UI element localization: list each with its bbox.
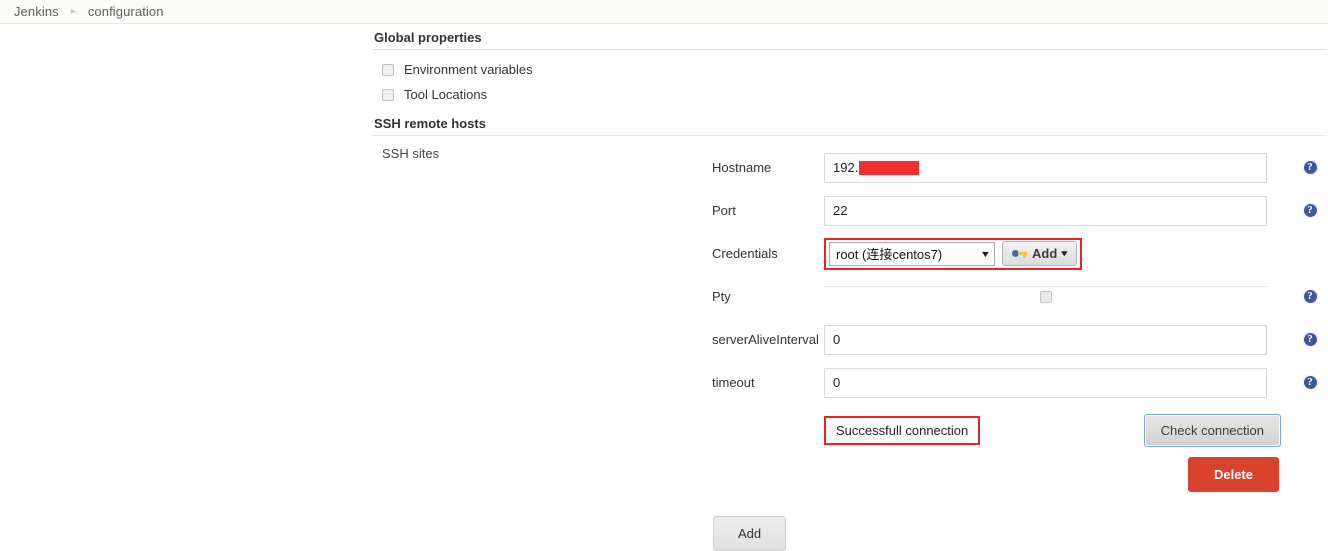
port-value: 22 <box>833 203 848 218</box>
check-connection-button[interactable]: Check connection <box>1143 413 1281 447</box>
breadcrumb-item-configuration[interactable]: configuration <box>88 4 164 19</box>
key-icon <box>1012 249 1027 258</box>
checkbox-environment-variables[interactable] <box>382 63 394 76</box>
field-row-server-alive-interval: serverAliveInterval 0 ? <box>712 318 1327 361</box>
label-credentials: Credentials <box>712 246 778 261</box>
label-timeout: timeout <box>712 375 755 390</box>
timeout-input[interactable]: 0 <box>824 367 1267 398</box>
server-alive-interval-input[interactable]: 0 <box>824 324 1267 355</box>
section-divider-global-properties <box>372 49 1327 50</box>
checkbox-label-tool-locations: Tool Locations <box>404 87 488 102</box>
field-row-port: Port 22 ? <box>712 189 1327 232</box>
help-icon-server-alive-interval[interactable]: ? <box>1302 332 1318 347</box>
credentials-highlight-box: root (连接centos7) ▼ Add ▾ <box>824 237 1082 270</box>
field-row-hostname: Hostname 192. ? <box>712 146 1327 189</box>
field-row-pty: Pty ? <box>712 275 1327 318</box>
timeout-value: 0 <box>833 375 841 390</box>
ssh-sites-label: SSH sites <box>382 146 440 161</box>
checkbox-label-environment-variables: Environment variables <box>404 62 533 77</box>
label-hostname: Hostname <box>712 160 772 175</box>
add-ssh-site-button[interactable]: Add <box>713 516 787 551</box>
hostname-redaction-block <box>859 160 920 175</box>
port-input[interactable]: 22 <box>824 195 1267 226</box>
help-icon-port[interactable]: ? <box>1302 203 1318 218</box>
section-divider-ssh-remote-hosts <box>372 135 1327 136</box>
label-pty: Pty <box>712 289 731 304</box>
checkbox-tool-locations[interactable] <box>382 88 394 101</box>
status-badge-connection: Successfull connection <box>824 415 981 445</box>
add-credentials-label: Add <box>1032 246 1058 261</box>
credentials-selected-value: root (连接centos7) <box>836 247 943 262</box>
credentials-select[interactable]: root (连接centos7) ▼ <box>829 241 995 266</box>
ssh-sites-block: SSH sites Hostname 192. ? Port 22 ? Cred… <box>372 146 1327 492</box>
section-title-global-properties: Global properties <box>374 30 482 45</box>
checkbox-pty[interactable] <box>1039 291 1052 303</box>
breadcrumb: Jenkins ▸ configuration <box>0 0 1328 24</box>
delete-row: Delete <box>712 457 1327 492</box>
help-icon-hostname[interactable]: ? <box>1302 160 1318 175</box>
checkbox-row-environment-variables[interactable]: Environment variables <box>372 57 1327 82</box>
hostname-input[interactable]: 192. <box>824 152 1267 183</box>
add-credentials-chevron-down-icon: ▾ <box>1061 248 1068 258</box>
delete-button[interactable]: Delete <box>1187 457 1279 492</box>
pty-control <box>824 285 1267 308</box>
config-form: Global properties Environment variables … <box>372 25 1327 492</box>
add-credentials-button[interactable]: Add ▾ <box>1002 241 1077 266</box>
hostname-value: 192. <box>833 160 859 175</box>
server-alive-interval-value: 0 <box>833 332 841 347</box>
section-title-ssh-remote-hosts: SSH remote hosts <box>374 116 486 131</box>
configuration-content: Global properties Environment variables … <box>0 25 1328 551</box>
label-port: Port <box>712 203 736 218</box>
breadcrumb-separator-icon: ▸ <box>70 6 76 17</box>
connection-result-row: Successfull connection Check connection <box>712 404 1327 454</box>
help-icon-pty[interactable]: ? <box>1302 289 1318 304</box>
chevron-down-icon: ▼ <box>979 248 992 259</box>
field-row-timeout: timeout 0 ? <box>712 361 1327 404</box>
label-server-alive-interval: serverAliveInterval <box>712 332 819 347</box>
add-row: Add <box>713 516 1328 551</box>
help-icon-timeout[interactable]: ? <box>1302 375 1318 390</box>
ssh-site-fields: Hostname 192. ? Port 22 ? Credentials ro… <box>712 146 1327 492</box>
breadcrumb-item-jenkins[interactable]: Jenkins <box>14 4 59 19</box>
checkbox-row-tool-locations[interactable]: Tool Locations <box>372 82 1327 107</box>
field-row-credentials: Credentials root (连接centos7) ▼ Add ▾ <box>712 232 1327 275</box>
